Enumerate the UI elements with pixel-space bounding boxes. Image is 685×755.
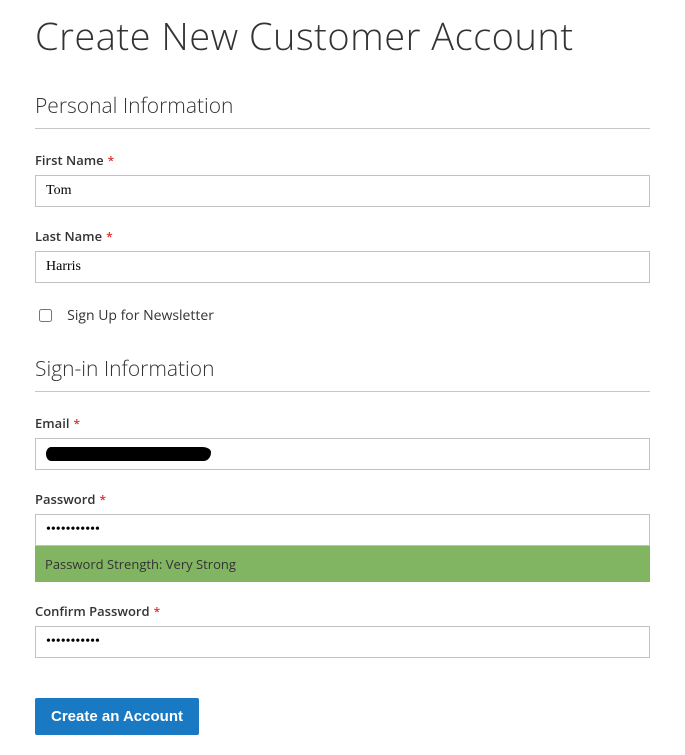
page-title: Create New Customer Account	[35, 10, 650, 62]
newsletter-label[interactable]: Sign Up for Newsletter	[67, 306, 214, 325]
confirm-password-label: Confirm Password*	[35, 602, 650, 620]
personal-info-legend: Personal Information	[35, 92, 650, 129]
newsletter-checkbox[interactable]	[39, 309, 52, 322]
redacted-email	[46, 447, 211, 461]
signin-info-legend: Sign-in Information	[35, 355, 650, 392]
password-strength-meter: Password Strength: Very Strong	[35, 546, 650, 582]
last-name-label: Last Name*	[35, 227, 650, 245]
password-input[interactable]	[35, 514, 650, 546]
required-mark: *	[99, 491, 106, 508]
first-name-field: First Name*	[35, 151, 650, 207]
email-label: Email*	[35, 414, 650, 432]
required-mark: *	[106, 228, 113, 245]
password-field: Password* Password Strength: Very Strong	[35, 490, 650, 582]
email-field: Email*	[35, 414, 650, 470]
confirm-password-field: Confirm Password*	[35, 602, 650, 658]
confirm-password-input[interactable]	[35, 626, 650, 658]
password-label: Password*	[35, 490, 650, 508]
last-name-field: Last Name*	[35, 227, 650, 283]
required-mark: *	[154, 603, 161, 620]
newsletter-row: Sign Up for Newsletter	[35, 303, 650, 325]
email-input[interactable]	[35, 438, 650, 470]
required-mark: *	[73, 415, 80, 432]
last-name-input[interactable]	[35, 251, 650, 283]
create-account-button[interactable]: Create an Account	[35, 698, 199, 735]
required-mark: *	[108, 152, 115, 169]
first-name-input[interactable]	[35, 175, 650, 207]
first-name-label: First Name*	[35, 151, 650, 169]
